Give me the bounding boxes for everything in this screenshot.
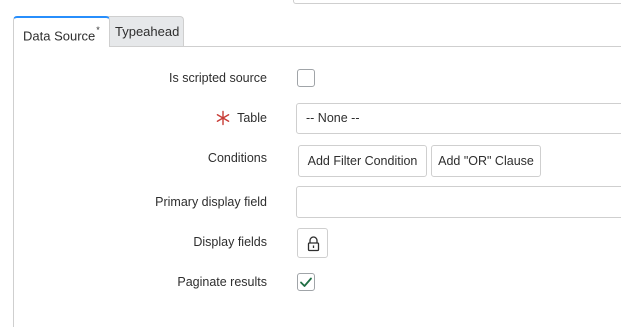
lock-icon	[307, 236, 320, 252]
tab-label: Data Source	[23, 28, 96, 44]
is-scripted-source-checkbox[interactable]	[297, 69, 315, 87]
checkmark-icon	[300, 277, 312, 287]
primary-display-field-input[interactable]	[296, 186, 621, 218]
add-filter-condition-button[interactable]: Add Filter Condition	[298, 145, 427, 177]
is-scripted-source-label: Is scripted source	[169, 71, 267, 85]
paginate-results-checkbox[interactable]	[297, 273, 315, 291]
tab-label: Typeahead	[115, 24, 180, 39]
tab-modified-mark: *	[96, 25, 100, 35]
display-fields-unlock-button[interactable]	[297, 228, 328, 258]
table-select[interactable]: -- None --	[296, 103, 621, 134]
tab-typeahead[interactable]: Typeahead	[105, 16, 184, 46]
paginate-results-label: Paginate results	[177, 275, 267, 289]
previous-field-input[interactable]	[293, 0, 621, 4]
conditions-label: Conditions	[207, 151, 267, 165]
tab-data-source[interactable]: Data Source*	[13, 16, 110, 47]
mandatory-icon	[216, 110, 230, 126]
primary-display-field-label: Primary display field	[155, 195, 267, 209]
add-or-clause-button[interactable]: Add "OR" Clause	[431, 145, 541, 177]
display-fields-label: Display fields	[193, 235, 267, 249]
table-label: Table	[237, 111, 267, 125]
